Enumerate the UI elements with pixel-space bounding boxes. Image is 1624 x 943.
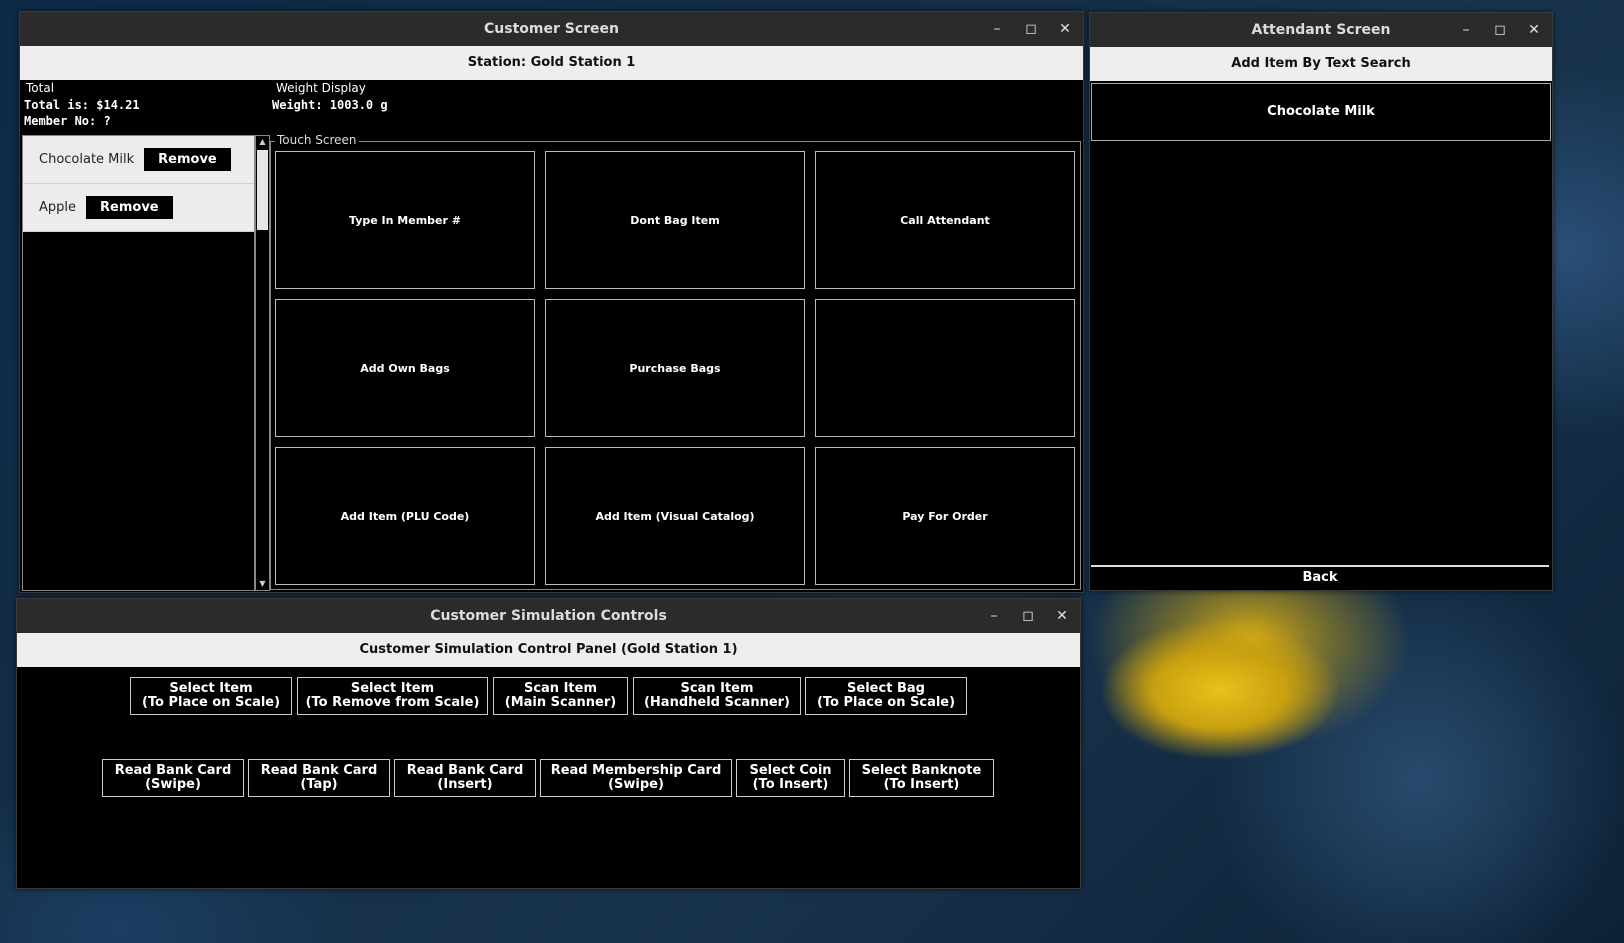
cart-scrollbar[interactable]: ▲ ▼ [255, 135, 270, 591]
call-attendant-button[interactable]: Call Attendant [815, 151, 1075, 289]
button-line1: Select Item [350, 681, 435, 696]
maximize-icon[interactable]: ◻ [1021, 21, 1041, 37]
minimize-icon[interactable]: – [1456, 22, 1476, 38]
select-item-remove-button[interactable]: Select Item (To Remove from Scale) [297, 677, 488, 715]
bank-card-tap-button[interactable]: Read Bank Card (Tap) [248, 759, 390, 797]
button-line2: (To Insert) [883, 777, 960, 792]
station-label: Station: Gold Station 1 [20, 46, 1083, 80]
button-line1: Select Item [169, 681, 253, 696]
close-icon[interactable]: ✕ [1052, 608, 1072, 624]
close-icon[interactable]: ✕ [1524, 22, 1544, 38]
attendant-header: Add Item By Text Search [1090, 47, 1552, 81]
button-line2: (Insert) [437, 777, 493, 792]
button-line1: Select Bag [847, 681, 925, 696]
pay-for-order-button[interactable]: Pay For Order [815, 447, 1075, 585]
attendant-titlebar[interactable]: Attendant Screen – ◻ ✕ [1090, 13, 1552, 47]
member-number: Member No: ? [24, 114, 111, 128]
add-own-bags-button[interactable]: Add Own Bags [275, 299, 535, 437]
button-line1: Select Coin [749, 763, 832, 778]
purchase-bags-button[interactable]: Purchase Bags [545, 299, 805, 437]
empty-touch-button[interactable] [815, 299, 1075, 437]
button-line1: Read Bank Card [114, 763, 232, 778]
scroll-up-icon[interactable]: ▲ [256, 136, 269, 148]
button-line2: (Swipe) [145, 777, 201, 792]
cart-item-name: Chocolate Milk [39, 152, 135, 167]
add-item-visual-catalog-button[interactable]: Add Item (Visual Catalog) [545, 447, 805, 585]
minimize-icon[interactable]: – [984, 608, 1004, 624]
scroll-down-icon[interactable]: ▼ [256, 578, 269, 590]
button-line2: (Tap) [300, 777, 338, 792]
button-line2: (To Place on Scale) [141, 695, 281, 710]
cart-item: Chocolate Milk Remove [23, 136, 254, 184]
attendant-screen-window: Attendant Screen – ◻ ✕ Add Item By Text … [1089, 12, 1553, 591]
window-title: Customer Simulation Controls [430, 608, 667, 624]
remove-button[interactable]: Remove [86, 196, 173, 219]
minimize-icon[interactable]: – [987, 21, 1007, 37]
button-line1: Scan Item [523, 681, 598, 696]
membership-card-swipe-button[interactable]: Read Membership Card (Swipe) [540, 759, 732, 797]
button-line1: Scan Item [680, 681, 754, 696]
button-line1: Read Bank Card [406, 763, 524, 778]
button-line2: (To Insert) [752, 777, 829, 792]
bank-card-insert-button[interactable]: Read Bank Card (Insert) [394, 759, 536, 797]
search-result-item[interactable]: Chocolate Milk [1091, 83, 1551, 141]
customer-screen-window: Customer Screen – ◻ ✕ Station: Gold Stat… [19, 11, 1084, 593]
type-member-button[interactable]: Type In Member # [275, 151, 535, 289]
button-line1: Select Banknote [861, 763, 982, 778]
close-icon[interactable]: ✕ [1055, 21, 1075, 37]
maximize-icon[interactable]: ◻ [1018, 608, 1038, 624]
add-item-plu-button[interactable]: Add Item (PLU Code) [275, 447, 535, 585]
weight-heading: Weight Display [276, 81, 366, 95]
cart-list: Chocolate Milk Remove Apple Remove [22, 135, 255, 591]
button-line2: (To Place on Scale) [816, 695, 956, 710]
customer-titlebar[interactable]: Customer Screen – ◻ ✕ [20, 12, 1083, 46]
cart-item: Apple Remove [23, 184, 254, 232]
back-button[interactable]: Back [1091, 565, 1549, 589]
button-line2: (Main Scanner) [504, 695, 617, 710]
total-value: Total is: $14.21 [24, 98, 140, 112]
maximize-icon[interactable]: ◻ [1490, 22, 1510, 38]
select-bag-button[interactable]: Select Bag (To Place on Scale) [805, 677, 967, 715]
simulation-controls-window: Customer Simulation Controls – ◻ ✕ Custo… [16, 598, 1081, 889]
simulation-header: Customer Simulation Control Panel (Gold … [17, 633, 1080, 667]
scan-handheld-scanner-button[interactable]: Scan Item (Handheld Scanner) [633, 677, 801, 715]
total-heading: Total [26, 81, 55, 95]
bank-card-swipe-button[interactable]: Read Bank Card (Swipe) [102, 759, 244, 797]
cart-item-name: Apple [39, 200, 77, 215]
button-line2: (To Remove from Scale) [305, 695, 480, 710]
simulation-titlebar[interactable]: Customer Simulation Controls – ◻ ✕ [17, 599, 1080, 633]
select-banknote-button[interactable]: Select Banknote (To Insert) [849, 759, 994, 797]
remove-button[interactable]: Remove [144, 148, 231, 171]
button-line1: Read Membership Card [550, 763, 722, 778]
window-title: Customer Screen [484, 21, 619, 37]
select-coin-button[interactable]: Select Coin (To Insert) [736, 759, 845, 797]
button-line2: (Handheld Scanner) [643, 695, 791, 710]
select-item-place-button[interactable]: Select Item (To Place on Scale) [130, 677, 292, 715]
button-line1: Read Bank Card [260, 763, 378, 778]
dont-bag-item-button[interactable]: Dont Bag Item [545, 151, 805, 289]
weight-value: Weight: 1003.0 g [272, 98, 388, 112]
scan-main-scanner-button[interactable]: Scan Item (Main Scanner) [493, 677, 628, 715]
button-line2: (Swipe) [608, 777, 664, 792]
scroll-thumb[interactable] [257, 150, 268, 230]
touch-screen-label: Touch Screen [275, 133, 359, 147]
